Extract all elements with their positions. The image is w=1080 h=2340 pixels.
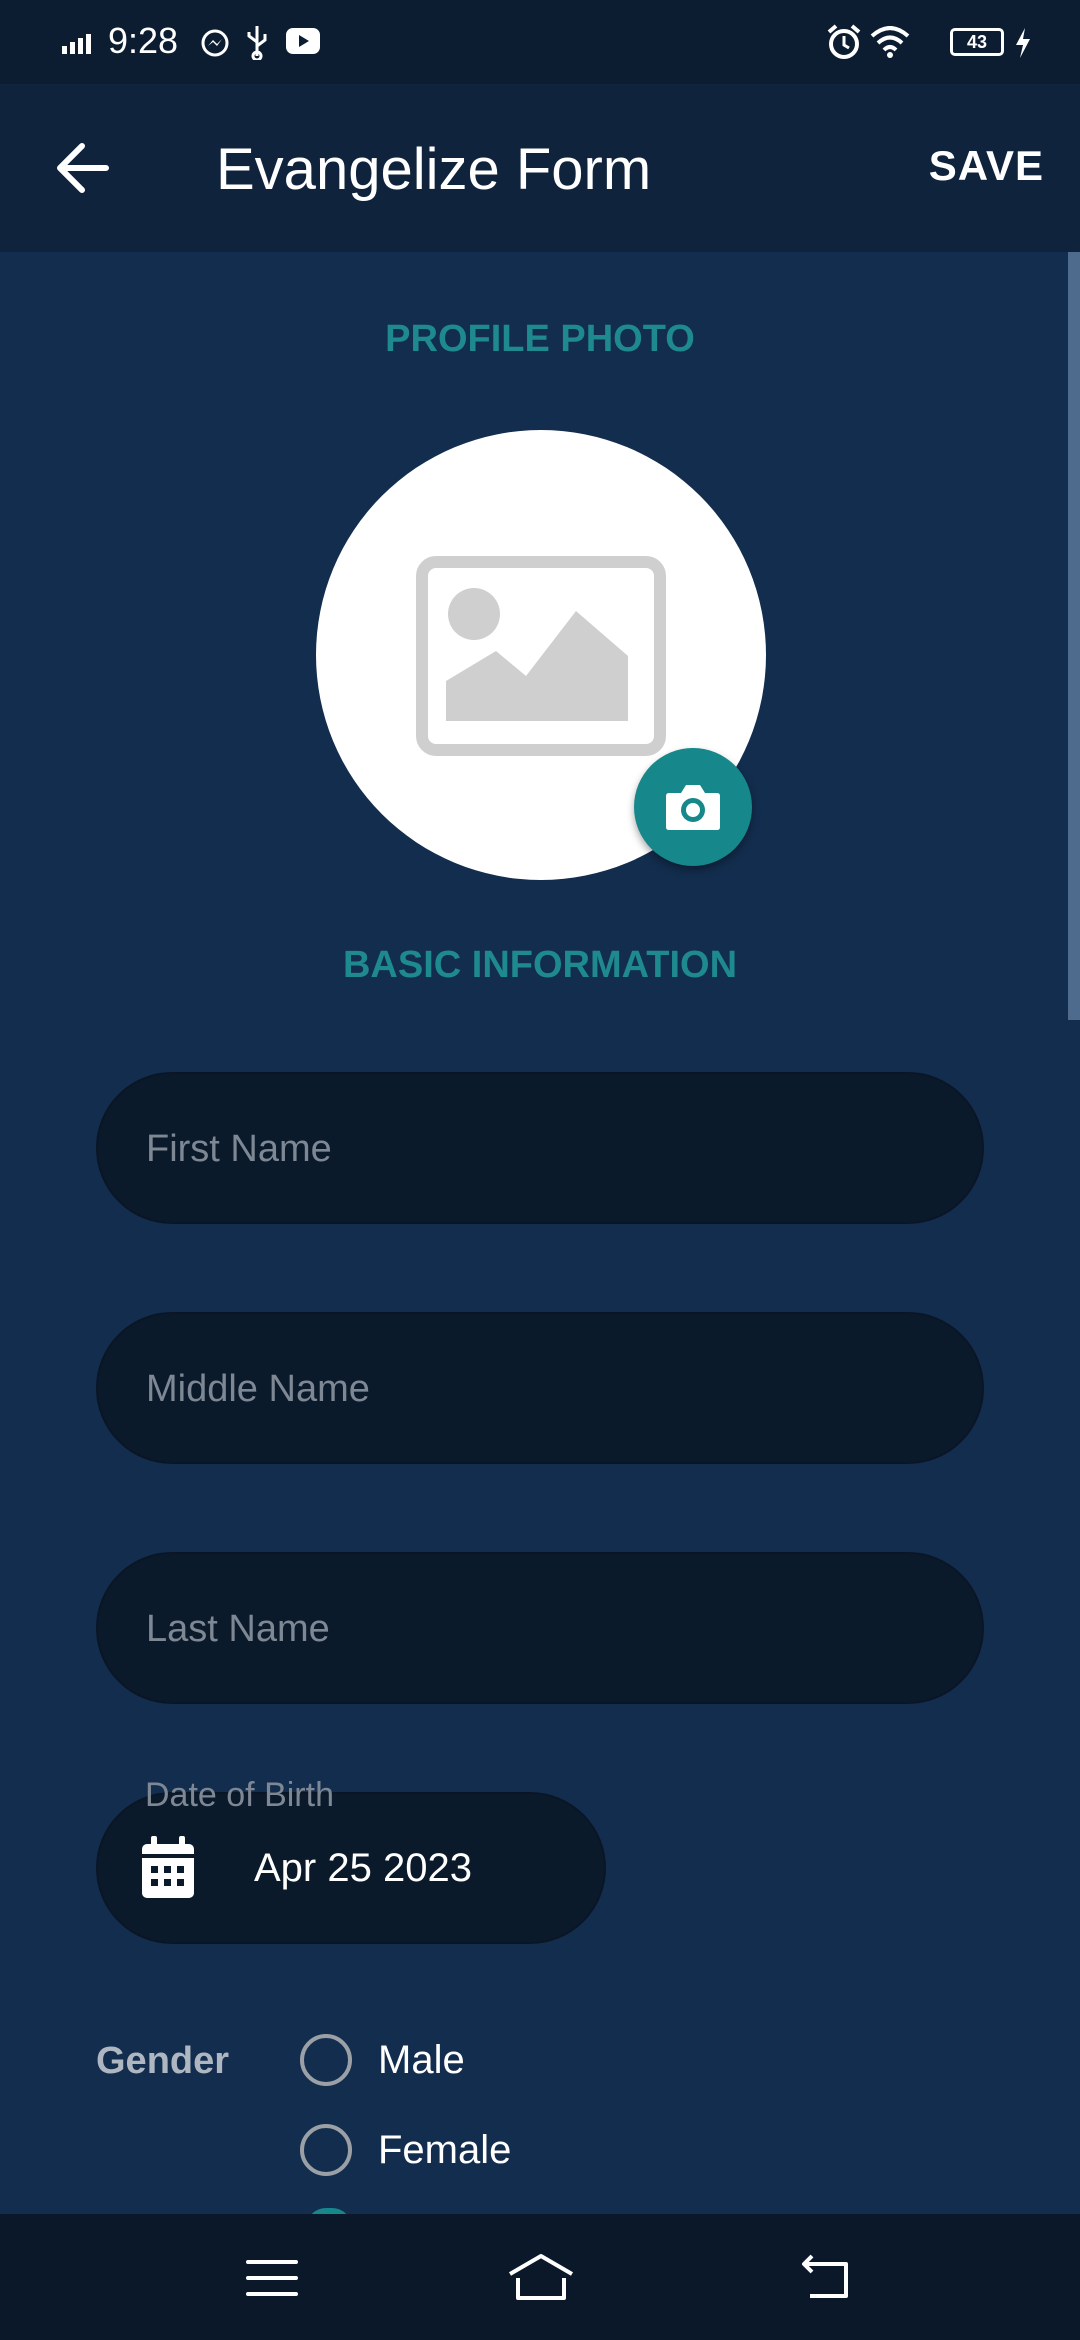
date-of-birth-label: Date of Birth (145, 1776, 334, 1814)
back-nav-icon[interactable] (796, 2248, 856, 2308)
system-navigation-bar (0, 2214, 1080, 2340)
profile-photo-heading: PROFILE PHOTO (385, 318, 695, 360)
charging-icon (1016, 28, 1030, 58)
middle-name-input[interactable] (144, 1314, 928, 1464)
signal-icon (62, 34, 91, 54)
menu-icon[interactable] (242, 2248, 302, 2308)
battery-icon: 43 (950, 28, 1004, 56)
gender-option-label: Female (378, 2128, 512, 2172)
image-placeholder-icon (416, 556, 666, 756)
camera-icon (666, 785, 720, 830)
arrow-back-icon (57, 143, 109, 193)
status-bar: 9:28 43 (0, 0, 1080, 84)
status-time: 9:28 (108, 20, 179, 61)
radio-button-male[interactable] (300, 2034, 352, 2086)
gender-label: Gender (96, 2040, 230, 2082)
first-name-input[interactable] (144, 1074, 928, 1224)
calendar-icon (142, 1836, 194, 1898)
save-button[interactable]: SAVE (929, 142, 1044, 190)
messenger-icon (201, 29, 229, 57)
usb-icon (247, 26, 267, 60)
youtube-icon (286, 28, 320, 54)
home-icon[interactable] (506, 2248, 576, 2308)
change-photo-button[interactable] (634, 748, 752, 866)
gender-option-label: Male (378, 2038, 465, 2082)
back-button[interactable] (48, 132, 120, 204)
last-name-input[interactable] (144, 1554, 928, 1704)
alarm-icon (827, 24, 861, 59)
wifi-icon (870, 26, 910, 58)
basic-information-heading: BASIC INFORMATION (342, 944, 738, 986)
battery-level: 43 (966, 32, 988, 52)
date-of-birth-value: Apr 25 2023 (254, 1846, 472, 1890)
app-bar: Evangelize Form SAVE (0, 84, 1080, 252)
first-name-field[interactable] (96, 1072, 984, 1224)
middle-name-field[interactable] (96, 1312, 984, 1464)
radio-button-female[interactable] (300, 2124, 352, 2176)
page-title: Evangelize Form (216, 137, 652, 202)
scrollbar[interactable] (1068, 252, 1080, 1020)
last-name-field[interactable] (96, 1552, 984, 1704)
